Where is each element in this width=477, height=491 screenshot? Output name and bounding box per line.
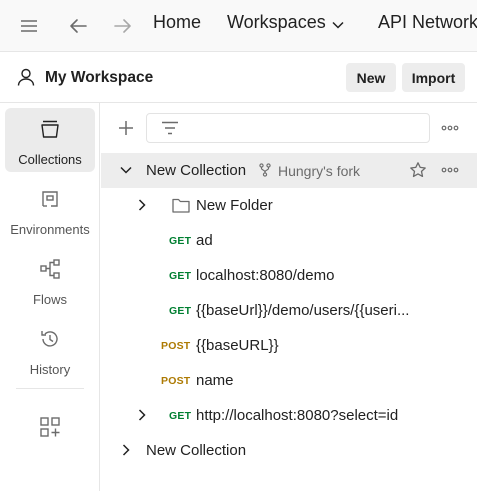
new-button[interactable]: New	[346, 63, 396, 92]
user-icon	[16, 67, 36, 87]
sidebar-divider	[16, 388, 84, 389]
left-sidebar: Collections Environments Flows History	[0, 103, 100, 491]
forward-arrow-icon[interactable]	[109, 12, 137, 40]
workspace-header: My Workspace New Import	[0, 52, 477, 103]
sidebar-item-history[interactable]: History	[5, 318, 95, 382]
request-row[interactable]: POST name	[101, 363, 477, 398]
request-label: {{baseURL}}	[196, 337, 279, 354]
method-badge: GET	[169, 270, 192, 282]
workspaces-dropdown[interactable]: Workspaces	[227, 12, 344, 33]
flows-icon	[38, 257, 62, 281]
star-icon[interactable]	[409, 161, 427, 179]
request-row[interactable]: GET ad	[101, 223, 477, 258]
chevron-down-icon	[332, 13, 344, 33]
request-label: localhost:8080/demo	[196, 267, 335, 284]
sidebar-item-flows[interactable]: Flows	[5, 248, 95, 312]
sidebar-item-collections[interactable]: Collections	[5, 108, 95, 172]
api-network-link[interactable]: API Network	[378, 12, 477, 32]
add-icon[interactable]	[117, 119, 135, 137]
filter-icon[interactable]	[161, 121, 179, 135]
method-badge: GET	[169, 235, 192, 247]
sidebar-item-label: Flows	[33, 292, 67, 307]
method-badge: POST	[161, 375, 191, 387]
sidebar-item-label: Collections	[18, 152, 82, 167]
menu-icon[interactable]	[15, 12, 43, 40]
folder-row[interactable]: New Folder	[101, 188, 477, 223]
sidebar-item-label: History	[29, 362, 71, 377]
collections-icon	[38, 117, 62, 141]
sidebar-item-environments[interactable]: Environments	[5, 178, 95, 242]
collection-more-icon[interactable]	[441, 163, 459, 177]
collection-name: New Collection	[146, 162, 247, 179]
method-badge: POST	[161, 340, 191, 352]
workspaces-label: Workspaces	[227, 12, 326, 32]
request-label: name	[196, 372, 234, 389]
sidebar-item-label: Environments	[10, 222, 90, 237]
add-apps-icon[interactable]	[39, 416, 61, 438]
collection-row[interactable]: New Collection	[101, 433, 477, 468]
home-link[interactable]: Home	[153, 12, 201, 32]
folder-icon	[172, 197, 190, 213]
chevron-right-icon[interactable]	[135, 408, 149, 422]
collections-panel: New Collection Hungry's fork New Folder …	[101, 103, 477, 491]
chevron-down-icon[interactable]	[119, 163, 133, 177]
collection-row[interactable]: New Collection Hungry's fork	[101, 153, 477, 188]
environments-icon	[38, 187, 62, 211]
method-badge: GET	[169, 305, 192, 317]
request-row[interactable]: POST {{baseURL}}	[101, 328, 477, 363]
request-row[interactable]: GET http://localhost:8080?select=id	[101, 398, 477, 433]
chevron-right-icon[interactable]	[135, 198, 149, 212]
history-icon	[38, 327, 62, 351]
top-navigation-bar: Home Workspaces API Network	[0, 0, 477, 52]
request-row[interactable]: GET localhost:8080/demo	[101, 258, 477, 293]
request-row[interactable]: GET {{baseUrl}}/demo/users/{{useri...	[101, 293, 477, 328]
import-button[interactable]: Import	[402, 63, 465, 92]
fork-label: Hungry's fork	[278, 163, 361, 179]
request-label: http://localhost:8080?select=id	[196, 407, 399, 424]
chevron-right-icon[interactable]	[119, 443, 133, 457]
more-options-icon[interactable]	[441, 121, 459, 135]
method-badge: GET	[169, 410, 192, 422]
search-input[interactable]	[146, 113, 430, 143]
collection-name: New Collection	[146, 442, 247, 459]
folder-label: New Folder	[196, 197, 273, 214]
collections-toolbar	[101, 103, 477, 153]
request-label: ad	[196, 232, 213, 249]
workspace-title: My Workspace	[45, 69, 154, 86]
request-label: {{baseUrl}}/demo/users/{{useri...	[196, 302, 410, 319]
fork-icon	[258, 163, 272, 177]
back-arrow-icon[interactable]	[64, 12, 92, 40]
